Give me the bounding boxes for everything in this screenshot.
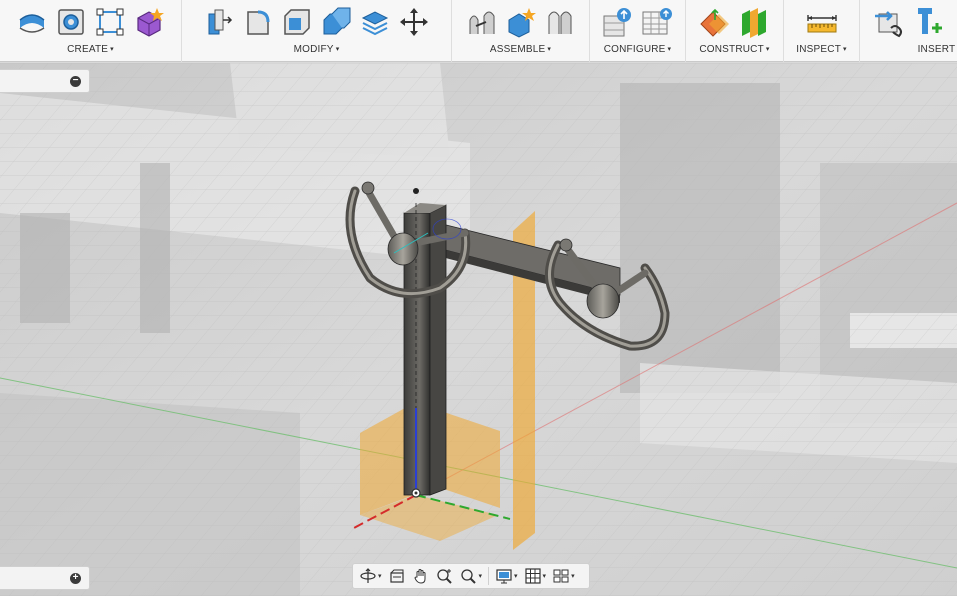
new-component-icon[interactable] [505,6,537,38]
modify-menu-label[interactable]: MODIFY ▾ [294,44,340,58]
viewports-button[interactable]: ▾ [550,566,577,586]
insert-group: INSERT▾ [860,0,957,62]
construct-menu-label[interactable]: CONSTRUCT ▾ [699,44,769,58]
fillet-icon[interactable] [242,6,274,38]
display-caret: ▾ [514,573,518,580]
sketch-icon[interactable] [94,6,126,38]
assemble-icons [460,0,582,44]
configure-icons [596,0,679,44]
zoom-window-button[interactable] [434,566,456,586]
viewports-caret: ▾ [571,573,575,580]
zoom-icon [436,569,452,584]
assemble-group: ASSEMBLE ▾ [452,0,590,62]
assemble-menu-label[interactable]: ASSEMBLE ▾ [490,44,551,58]
as-built-joint-icon[interactable] [544,6,576,38]
move-icon[interactable] [398,6,430,38]
grid-icon [524,568,541,584]
joint-icon[interactable] [466,6,498,38]
insert-menu-label[interactable]: INSERT▾ [918,44,957,58]
create-icons [10,0,171,44]
browser-panel: − [0,69,90,93]
configure-icon[interactable] [602,6,634,38]
shell-icon[interactable] [281,6,313,38]
toolbar: CREATE ▾ MODIFY ▾ ASSEMBLE ▾ CONFIGURE ▾… [0,0,957,62]
offset-plane-icon[interactable] [699,6,731,38]
fit-caret: ▾ [478,573,483,580]
inspect-menu-label[interactable]: INSPECT ▾ [796,44,846,58]
create-menu-label[interactable]: CREATE ▾ [67,44,114,58]
comments-expand-button[interactable]: + [70,573,81,584]
navigation-bar: ▾ ▾ ▾ ▾ ▾ [352,563,590,589]
modify-icons [197,0,436,44]
inspect-icons [784,0,860,44]
hole-icon[interactable] [55,6,87,38]
scene[interactable] [0,63,957,596]
form-icon[interactable] [133,6,165,38]
browser-collapse-button[interactable]: − [70,76,81,87]
pan-button[interactable] [410,566,432,586]
insert-mcmaster-icon[interactable] [912,6,944,38]
orbit-icon [360,568,376,583]
comments-panel: + [0,566,90,590]
display-settings-button[interactable]: ▾ [493,566,520,586]
canvas-viewport[interactable]: − + ▾ ▾ ▾ ▾ ▾ [0,63,957,596]
create-group: CREATE ▾ [0,0,182,62]
navbar-separator [488,567,490,585]
orbit-button[interactable]: ▾ [357,566,384,586]
insert-derive-icon[interactable] [873,6,905,38]
extrude-icon[interactable] [16,6,48,38]
configure-menu-label[interactable]: CONFIGURE ▾ [604,44,672,58]
fit-button[interactable]: ▾ [458,566,485,586]
modify-group: MODIFY ▾ [182,0,452,62]
viewports-icon [553,569,569,583]
combine-icon[interactable] [320,6,352,38]
look-at-button[interactable] [386,566,408,586]
display-settings-icon [496,569,512,584]
fit-icon [460,569,476,584]
measure-icon[interactable] [806,6,838,38]
insert-icons [867,0,950,44]
orbit-caret: ▾ [378,573,382,580]
configure-group: CONFIGURE ▾ [590,0,686,62]
pan-icon [414,569,426,584]
press-pull-icon[interactable] [203,6,235,38]
look-at-icon [389,569,404,583]
construct-group: CONSTRUCT ▾ [686,0,784,62]
construct-icons [693,0,776,44]
inspect-group: INSPECT ▾ [784,0,860,62]
replace-face-icon[interactable] [359,6,391,38]
grid-settings-button[interactable]: ▾ [522,566,549,586]
table-icon[interactable] [641,6,673,38]
grid-caret: ▾ [542,573,547,580]
midplane-icon[interactable] [738,6,770,38]
